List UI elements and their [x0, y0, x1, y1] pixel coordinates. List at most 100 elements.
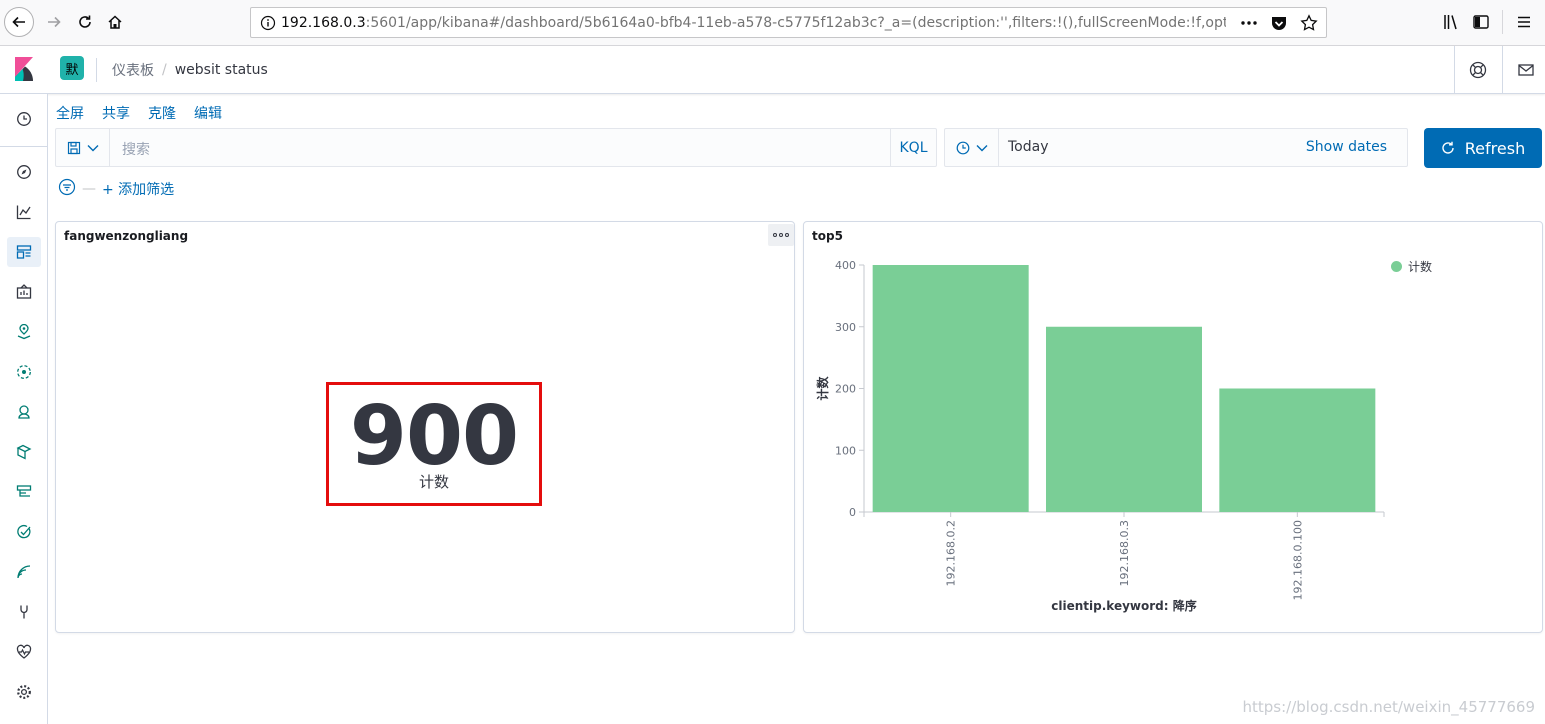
search-input[interactable]: 搜索 [122, 139, 150, 159]
nav-monitoring[interactable] [7, 637, 41, 667]
canvas-icon [16, 284, 32, 299]
heartbeat-icon [16, 644, 32, 659]
filter-bar: — + 添加筛选 [58, 178, 174, 200]
breadcrumb-current: websit status [174, 62, 268, 78]
back-button[interactable] [4, 7, 34, 37]
nav-ml[interactable] [7, 357, 41, 387]
filter-options-icon[interactable] [58, 178, 76, 200]
kql-toggle[interactable]: KQL [890, 129, 936, 166]
chart-icon [16, 205, 31, 220]
compass-icon [17, 165, 31, 179]
wrench-icon [20, 605, 28, 619]
clone-link[interactable]: 克隆 [148, 103, 176, 123]
bookmark-star-icon[interactable] [1300, 14, 1318, 36]
refresh-label: Refresh [1464, 138, 1526, 158]
share-link[interactable]: 共享 [102, 103, 130, 123]
y-axis-label: 计数 [815, 376, 830, 401]
y-tick-label: 300 [835, 321, 856, 334]
nav-infrastructure[interactable] [7, 437, 41, 467]
page-actions-icon[interactable] [1240, 14, 1258, 36]
clock-icon [956, 141, 969, 154]
nav-logs[interactable] [7, 477, 41, 507]
library-icon[interactable] [1436, 7, 1466, 37]
refresh-button[interactable]: Refresh [1424, 128, 1542, 168]
nav-discover[interactable] [7, 157, 41, 187]
nav-visualize[interactable] [7, 197, 41, 227]
panel-title: fangwenzongliang [64, 229, 189, 243]
breadcrumb-separator: / [162, 62, 167, 78]
bar-192.168.0.2 [872, 265, 1029, 512]
logs-icon [16, 485, 32, 497]
breadcrumb-dashboards[interactable]: 仪表板 [112, 60, 154, 80]
chart-legend[interactable]: 计数 [1391, 258, 1432, 275]
gear-icon [17, 685, 31, 699]
save-icon [67, 141, 80, 154]
breadcrumb: 仪表板 / websit status [112, 60, 268, 80]
reload-icon [79, 15, 91, 28]
bar-192.168.0.3 [1046, 326, 1202, 512]
date-range-value[interactable]: Today [1008, 139, 1049, 155]
nav-uptime[interactable] [7, 517, 41, 547]
x-axis-label: clientip.keyword: 降序 [1051, 598, 1196, 613]
apm-icon [17, 565, 31, 579]
add-filter-link[interactable]: + 添加筛选 [102, 179, 174, 199]
infrastructure-icon [16, 444, 32, 460]
dashboard-top-menu: 全屏 共享 克隆 编辑 [56, 103, 222, 123]
refresh-icon [1442, 141, 1454, 154]
y-tick-label: 200 [835, 383, 856, 396]
url-host: 192.168.0.3 [281, 14, 366, 31]
nav-siem[interactable] [7, 397, 41, 427]
nav-dashboard[interactable] [7, 237, 41, 267]
help-icon[interactable] [1466, 58, 1490, 82]
edit-link[interactable]: 编辑 [194, 103, 222, 123]
info-icon[interactable] [255, 15, 281, 31]
nav-management[interactable] [7, 677, 41, 707]
reload-button[interactable] [70, 7, 100, 37]
bar-chart: 0 100 200 300 400 计数 192.168.0.2 192.168.0.3 192… [815, 259, 1385, 613]
nav-apm[interactable] [7, 557, 41, 587]
nav-dev-tools[interactable] [7, 597, 41, 627]
bar-192.168.0.100 [1219, 388, 1376, 512]
nav-recent[interactable] [7, 104, 41, 134]
side-nav [0, 94, 48, 724]
address-bar[interactable]: 192.168.0.3:5601/app/kibana#/dashboard/5… [250, 7, 1327, 38]
filter-separator: — [82, 181, 96, 197]
legend-label: 计数 [1408, 260, 1433, 274]
pocket-icon[interactable] [1270, 14, 1288, 36]
mail-icon[interactable] [1514, 58, 1538, 82]
show-dates-link[interactable]: Show dates [1306, 139, 1387, 155]
browser-toolbar: 192.168.0.3:5601/app/kibana#/dashboard/5… [0, 0, 1545, 46]
uptime-icon [17, 525, 31, 539]
fullscreen-link[interactable]: 全屏 [56, 103, 84, 123]
kibana-logo-icon[interactable] [0, 46, 48, 92]
nav-maps[interactable] [7, 317, 41, 347]
url-path: :5601/app/kibana#/dashboard/5b6164a0-bfb… [365, 14, 1226, 31]
chevron-down-icon [976, 144, 987, 151]
metric-highlight-box: 900 计数 [326, 382, 542, 506]
panel-options-button[interactable] [768, 224, 794, 246]
quick-menu-button[interactable] [945, 129, 999, 166]
x-tick-label: 192.168.0.100 [1291, 520, 1304, 600]
y-tick-label: 400 [835, 259, 856, 272]
hamburger-menu-icon[interactable] [1509, 7, 1539, 37]
home-button[interactable] [100, 7, 130, 37]
y-tick-label: 100 [835, 444, 856, 457]
home-icon [108, 15, 122, 29]
map-pin-icon [17, 324, 31, 340]
y-tick-label: 0 [849, 506, 856, 519]
arrow-right-icon [48, 16, 61, 28]
saved-query-button[interactable] [56, 129, 110, 166]
dashboard-icon [16, 245, 32, 259]
nav-canvas[interactable] [7, 277, 41, 307]
kibana-header: 默 仪表板 / websit status [0, 46, 1545, 94]
machine-learning-icon [17, 365, 31, 379]
space-avatar[interactable]: 默 [60, 56, 84, 80]
metric-panel: fangwenzongliang 900 计数 [55, 221, 795, 633]
forward-button[interactable] [39, 7, 69, 37]
x-tick-label: 192.168.0.2 [945, 520, 958, 586]
arrow-left-icon [12, 16, 25, 28]
sidebar-icon[interactable] [1466, 7, 1496, 37]
x-tick-label: 192.168.0.3 [1118, 520, 1131, 586]
legend-color-dot [1391, 261, 1402, 272]
shield-icon [18, 405, 30, 419]
